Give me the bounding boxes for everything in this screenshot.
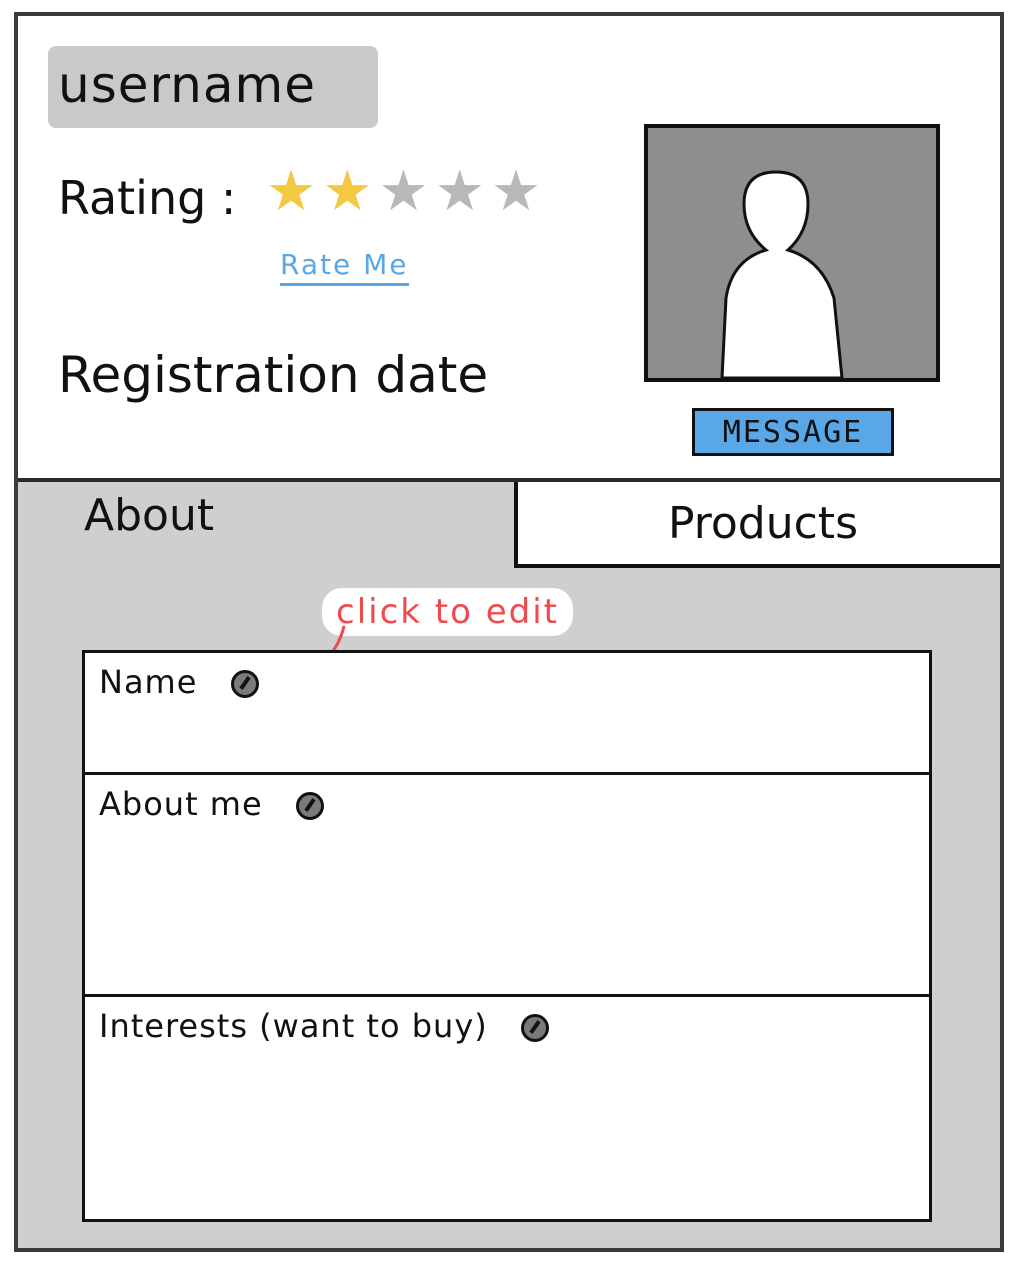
message-button[interactable]: MESSAGE (692, 408, 894, 456)
profile-fields: Name About me Interests (want to buy) (82, 650, 932, 1222)
tab-panel: About Products click to edit Name About … (18, 482, 1000, 1248)
username: username (58, 56, 316, 114)
click-to-edit-hint: click to edit (322, 588, 573, 636)
star-icon[interactable]: ★ (322, 164, 378, 220)
star-icon[interactable]: ★ (491, 164, 547, 220)
star-icon[interactable]: ★ (266, 164, 322, 220)
name-row: Name (99, 663, 259, 701)
edit-icon[interactable] (295, 792, 324, 820)
rating-stars[interactable]: ★★★★★ (266, 164, 547, 220)
rating-label: Rating : (58, 171, 237, 225)
about-me-label: About me (99, 785, 263, 823)
star-icon[interactable]: ★ (378, 164, 434, 220)
interests-row: Interests (want to buy) (99, 1007, 549, 1045)
about-me-field[interactable]: About me (85, 775, 929, 997)
user-silhouette-icon (720, 170, 844, 378)
name-field[interactable]: Name (85, 653, 929, 775)
edit-icon[interactable] (230, 670, 259, 698)
avatar (644, 124, 940, 382)
registration-date-label: Registration date (58, 346, 489, 404)
tab-products[interactable]: Products (514, 482, 1000, 568)
profile-frame: username Rating : ★★★★★ Rate Me Registra… (14, 12, 1004, 1252)
rate-me-link[interactable]: Rate Me (280, 248, 409, 286)
tab-about[interactable]: About (84, 490, 214, 541)
name-label: Name (99, 663, 198, 701)
about-me-row: About me (99, 785, 324, 823)
star-icon[interactable]: ★ (435, 164, 491, 220)
interests-field[interactable]: Interests (want to buy) (85, 997, 929, 1219)
edit-icon[interactable] (520, 1014, 549, 1042)
interests-label: Interests (want to buy) (99, 1007, 488, 1045)
